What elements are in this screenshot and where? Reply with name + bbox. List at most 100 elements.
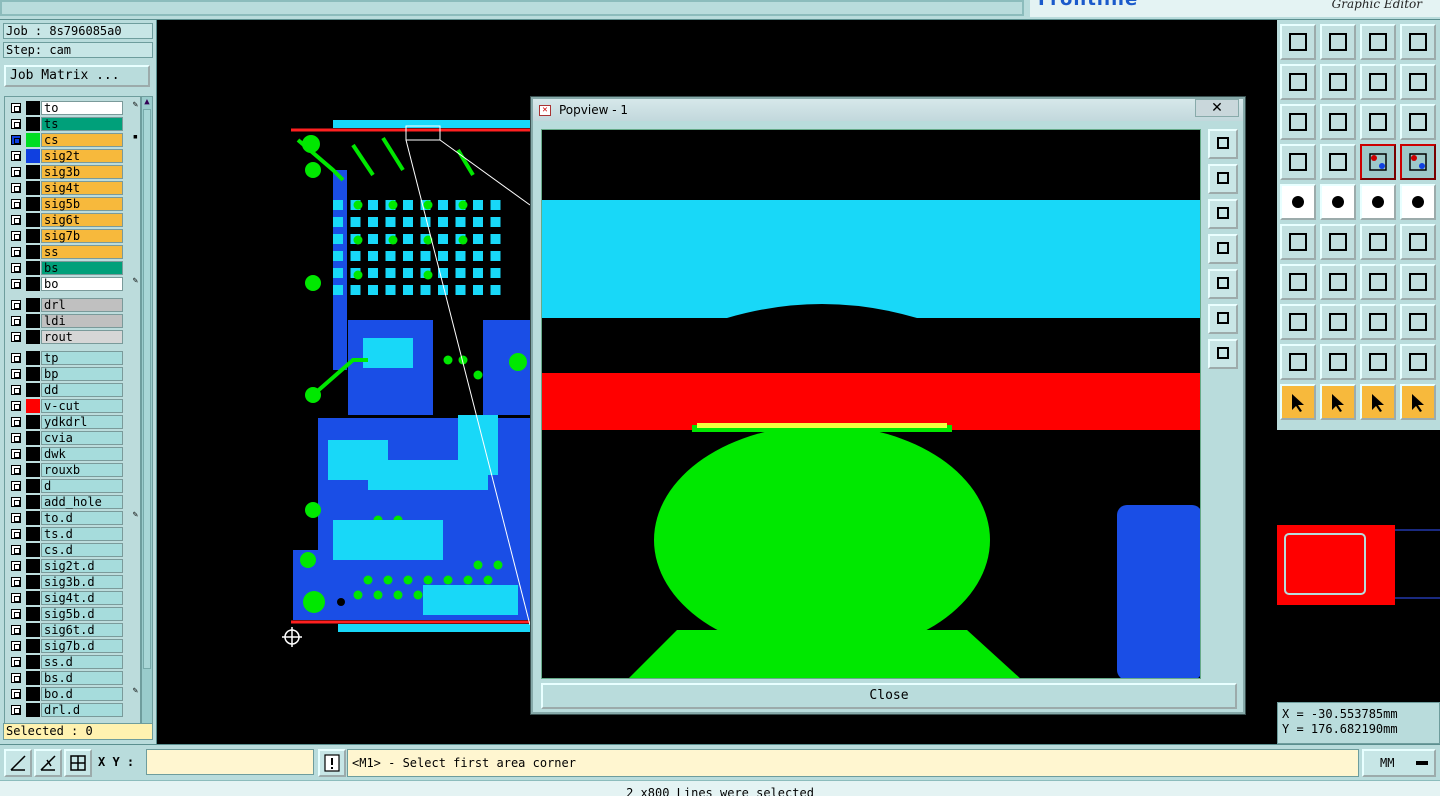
layer-checkbox[interactable] (11, 545, 21, 555)
swap-button[interactable] (1360, 64, 1396, 100)
layer-row-ts[interactable]: ts (5, 116, 140, 132)
layer-color-swatch[interactable] (26, 463, 40, 477)
layer-color-swatch[interactable] (26, 399, 40, 413)
layer-name[interactable]: sig6t.d (41, 623, 123, 637)
layer-checkbox[interactable] (11, 167, 21, 177)
layer-color-swatch[interactable] (26, 415, 40, 429)
layer-color-swatch[interactable] (26, 245, 40, 259)
bridge-button[interactable] (1400, 344, 1436, 380)
layer-color-swatch[interactable] (26, 117, 40, 131)
layer-row-bs.d[interactable]: bs.d (5, 670, 140, 686)
layer-name[interactable]: d (41, 479, 123, 493)
resize-button[interactable] (1280, 304, 1316, 340)
net-select-button[interactable] (1400, 144, 1436, 180)
layout-button[interactable] (1400, 24, 1436, 60)
job-matrix-button[interactable]: Job Matrix ... (4, 65, 150, 87)
split-button[interactable] (1320, 304, 1356, 340)
scroll-up-icon[interactable]: ▲ (142, 97, 152, 107)
layer-row-sig6t.d[interactable]: sig6t.d (5, 622, 140, 638)
layer-name[interactable]: drl (41, 298, 123, 312)
move-node-button[interactable] (1360, 224, 1396, 260)
layer-row-ss[interactable]: ss (5, 244, 140, 260)
layer-checkbox[interactable] (11, 135, 21, 145)
layer-name[interactable]: dd (41, 383, 123, 397)
dot-button[interactable] (1400, 184, 1436, 220)
snap-mode-button[interactable] (34, 749, 62, 777)
layer-checkbox[interactable] (11, 300, 21, 310)
layer-color-swatch[interactable] (26, 639, 40, 653)
layer-color-swatch[interactable] (26, 511, 40, 525)
layer-row-cs[interactable]: cs ▪ (5, 132, 140, 148)
layer-row-ydkdrl[interactable]: ydkdrl (5, 414, 140, 430)
layer-name[interactable]: ts (41, 117, 123, 131)
net-highlight-button[interactable] (1360, 144, 1396, 180)
layer-row-d[interactable]: d (5, 478, 140, 494)
scale-button[interactable] (1360, 104, 1396, 140)
layer-color-swatch[interactable] (26, 543, 40, 557)
layer-list-scrollbar[interactable]: ▲ ▼ (141, 96, 153, 732)
overview-minimap[interactable] (1277, 430, 1440, 702)
layer-row-sig4t.d[interactable]: sig4t.d (5, 590, 140, 606)
layer-color-swatch[interactable] (26, 703, 40, 717)
layer-color-swatch[interactable] (26, 479, 40, 493)
layer-color-swatch[interactable] (26, 197, 40, 211)
layer-name[interactable]: sig7b (41, 229, 123, 243)
layer-checkbox[interactable] (11, 231, 21, 241)
layer-color-swatch[interactable] (26, 277, 40, 291)
layer-name[interactable]: rout (41, 330, 123, 344)
layer-checkbox[interactable] (11, 497, 21, 507)
layer-row-sig6t[interactable]: sig6t (5, 212, 140, 228)
layer-row-ss.d[interactable]: ss.d (5, 654, 140, 670)
layer-row-tp[interactable]: tp (5, 350, 140, 366)
layer-color-swatch[interactable] (26, 213, 40, 227)
layer-checkbox[interactable] (11, 481, 21, 491)
triangle-button[interactable] (1280, 344, 1316, 380)
layer-name[interactable]: sig2t (41, 149, 123, 163)
layer-name[interactable]: sig2t.d (41, 559, 123, 573)
slash-button[interactable] (1320, 264, 1356, 300)
layer-name[interactable]: to (41, 101, 123, 115)
layer-color-swatch[interactable] (26, 655, 40, 669)
layer-name[interactable]: ss (41, 245, 123, 259)
layer-row-sig2t[interactable]: sig2t (5, 148, 140, 164)
layer-name[interactable]: tp (41, 351, 123, 365)
layer-color-swatch[interactable] (26, 165, 40, 179)
close-icon[interactable]: ✕ (1195, 99, 1239, 117)
add-pad-button[interactable] (1280, 184, 1316, 220)
layer-row-rouxb[interactable]: rouxb (5, 462, 140, 478)
delete-node-button[interactable] (1320, 224, 1356, 260)
layer-color-swatch[interactable] (26, 447, 40, 461)
arch-button[interactable] (1360, 344, 1396, 380)
layer-checkbox[interactable] (11, 625, 21, 635)
layer-color-swatch[interactable] (26, 181, 40, 195)
layer-row-sig3b[interactable]: sig3b (5, 164, 140, 180)
layer-checkbox[interactable] (11, 247, 21, 257)
layer-row-sig7b.d[interactable]: sig7b.d (5, 638, 140, 654)
home-button[interactable] (1360, 24, 1396, 60)
alert-button[interactable] (318, 749, 346, 777)
layer-row-dd[interactable]: dd (5, 382, 140, 398)
layer-name[interactable]: sig5b.d (41, 607, 123, 621)
layer-row-drl.d[interactable]: drl.d (5, 702, 140, 718)
layer-checkbox[interactable] (11, 199, 21, 209)
layer-color-swatch[interactable] (26, 495, 40, 509)
text-button[interactable] (1400, 264, 1436, 300)
layer-row-to.d[interactable]: to.d ✎ (5, 510, 140, 526)
layer-name[interactable]: ldi (41, 314, 123, 328)
layer-row-ts.d[interactable]: ts.d (5, 526, 140, 542)
layer-checkbox[interactable] (11, 215, 21, 225)
layer-name[interactable]: sig5b (41, 197, 123, 211)
overview-view[interactable] (1277, 430, 1440, 702)
move-right-button[interactable] (1320, 64, 1356, 100)
layer-checkbox[interactable] (11, 593, 21, 603)
layer-row-sig5b.d[interactable]: sig5b.d (5, 606, 140, 622)
measure-tool-button[interactable] (1280, 144, 1316, 180)
angle-line-button[interactable] (1280, 264, 1316, 300)
layer-row-v-cut[interactable]: v-cut (5, 398, 140, 414)
layer-checkbox[interactable] (11, 673, 21, 683)
popview-pan-right-button[interactable] (1208, 269, 1238, 299)
layer-name[interactable]: sig3b (41, 165, 123, 179)
layer-color-swatch[interactable] (26, 101, 40, 115)
layer-name[interactable]: dwk (41, 447, 123, 461)
xy-input[interactable] (146, 749, 314, 775)
